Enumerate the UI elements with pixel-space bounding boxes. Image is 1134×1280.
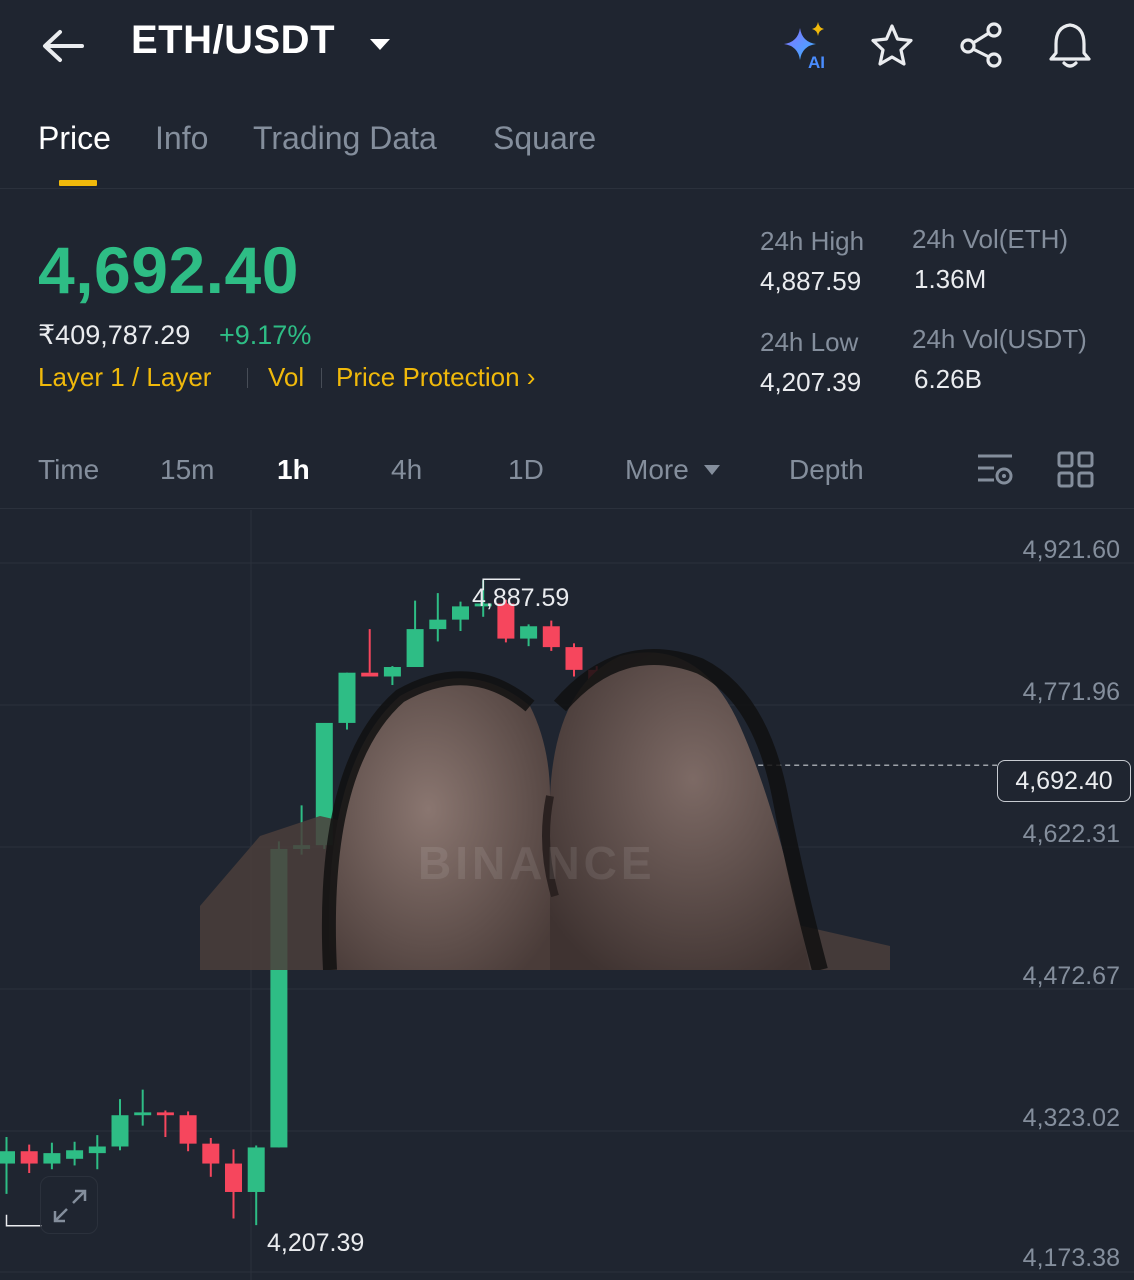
- y-tick-label: 4,323.02: [1022, 1104, 1120, 1132]
- low-value: 4,207.39: [760, 367, 862, 397]
- dropdown-caret-icon[interactable]: [368, 36, 392, 52]
- candle-body: [111, 1115, 129, 1147]
- tag-separator: [321, 368, 322, 388]
- candle-body: [202, 1143, 220, 1164]
- low-annotation: 4,207.39: [267, 1229, 365, 1257]
- tag-separator: [247, 368, 248, 388]
- y-tick-label: 4,921.60: [1022, 536, 1120, 564]
- vol-tag[interactable]: Vol: [268, 362, 304, 393]
- candle-body: [156, 1112, 174, 1116]
- vol-eth-label: 24h Vol(ETH): [912, 224, 1069, 254]
- candle-body: [247, 1147, 265, 1192]
- candle-body: [66, 1150, 84, 1159]
- back-arrow-icon[interactable]: [40, 24, 86, 68]
- vol-eth-value: 1.36M: [914, 264, 987, 294]
- low-leader-line: [5, 1214, 42, 1227]
- fiat-price: ₹409,787.29: [38, 320, 191, 350]
- last-price: 4,692.40: [38, 233, 299, 307]
- high-label: 24h High: [760, 226, 865, 256]
- price-protection-link[interactable]: Price Protection ›: [336, 362, 535, 393]
- depth-tab[interactable]: Depth: [789, 454, 864, 486]
- interval-1h[interactable]: 1h: [277, 454, 310, 486]
- candle-body: [520, 626, 538, 639]
- fullscreen-button[interactable]: [40, 1176, 98, 1234]
- vol-usdt-value: 6.26B: [914, 364, 982, 394]
- candle-body: [20, 1151, 38, 1164]
- candle-body: [225, 1163, 242, 1192]
- change-percent: +9.17%: [219, 320, 312, 350]
- candle-body: [452, 606, 469, 620]
- high-annotation: 4,887.59: [472, 584, 570, 612]
- binance-watermark: BINANCE: [418, 837, 656, 889]
- candle-body: [134, 1112, 152, 1116]
- bell-icon[interactable]: [1046, 20, 1094, 70]
- interval-time[interactable]: Time: [38, 454, 99, 486]
- pair-title[interactable]: ETH/USDT: [131, 18, 335, 63]
- y-tick-label: 4,173.38: [1022, 1244, 1120, 1272]
- candle-body: [179, 1115, 197, 1144]
- star-icon[interactable]: [868, 22, 916, 70]
- high-value: 4,887.59: [760, 266, 862, 296]
- tab-trading-data[interactable]: Trading Data: [253, 120, 437, 157]
- candle-body: [43, 1153, 61, 1164]
- interval-4h[interactable]: 4h: [391, 454, 422, 486]
- expand-icon: [53, 1189, 87, 1223]
- more-caret-icon[interactable]: [703, 463, 721, 475]
- interval-1d[interactable]: 1D: [508, 454, 544, 486]
- grid-layout-icon[interactable]: [1056, 450, 1096, 490]
- ai-sparkle-icon[interactable]: AI: [780, 20, 834, 72]
- overlay-photo-image: [200, 646, 890, 973]
- tabs-divider: [0, 188, 1134, 189]
- ai-badge: AI: [808, 53, 825, 72]
- candle-body: [429, 619, 447, 630]
- interval-15m[interactable]: 15m: [160, 454, 214, 486]
- tab-square[interactable]: Square: [493, 120, 596, 157]
- tab-info[interactable]: Info: [155, 120, 208, 157]
- current-price-marker: 4,692.40: [997, 760, 1131, 802]
- y-tick-label: 4,771.96: [1022, 678, 1120, 706]
- candle-body: [542, 626, 560, 648]
- tab-price[interactable]: Price: [38, 120, 111, 157]
- more-dropdown[interactable]: More: [625, 454, 689, 486]
- indicator-settings-icon[interactable]: [976, 452, 1018, 488]
- low-label: 24h Low: [760, 327, 859, 357]
- y-tick-label: 4,472.67: [1022, 962, 1120, 990]
- candle-body: [0, 1151, 15, 1164]
- candle-body: [88, 1146, 106, 1154]
- chart-top-divider: [0, 508, 1134, 509]
- y-tick-label: 4,622.31: [1022, 820, 1120, 848]
- vol-usdt-label: 24h Vol(USDT): [912, 324, 1087, 354]
- share-icon[interactable]: [956, 20, 1008, 70]
- layer-tag[interactable]: Layer 1 / Layer: [38, 362, 211, 393]
- active-tab-indicator: [59, 180, 97, 186]
